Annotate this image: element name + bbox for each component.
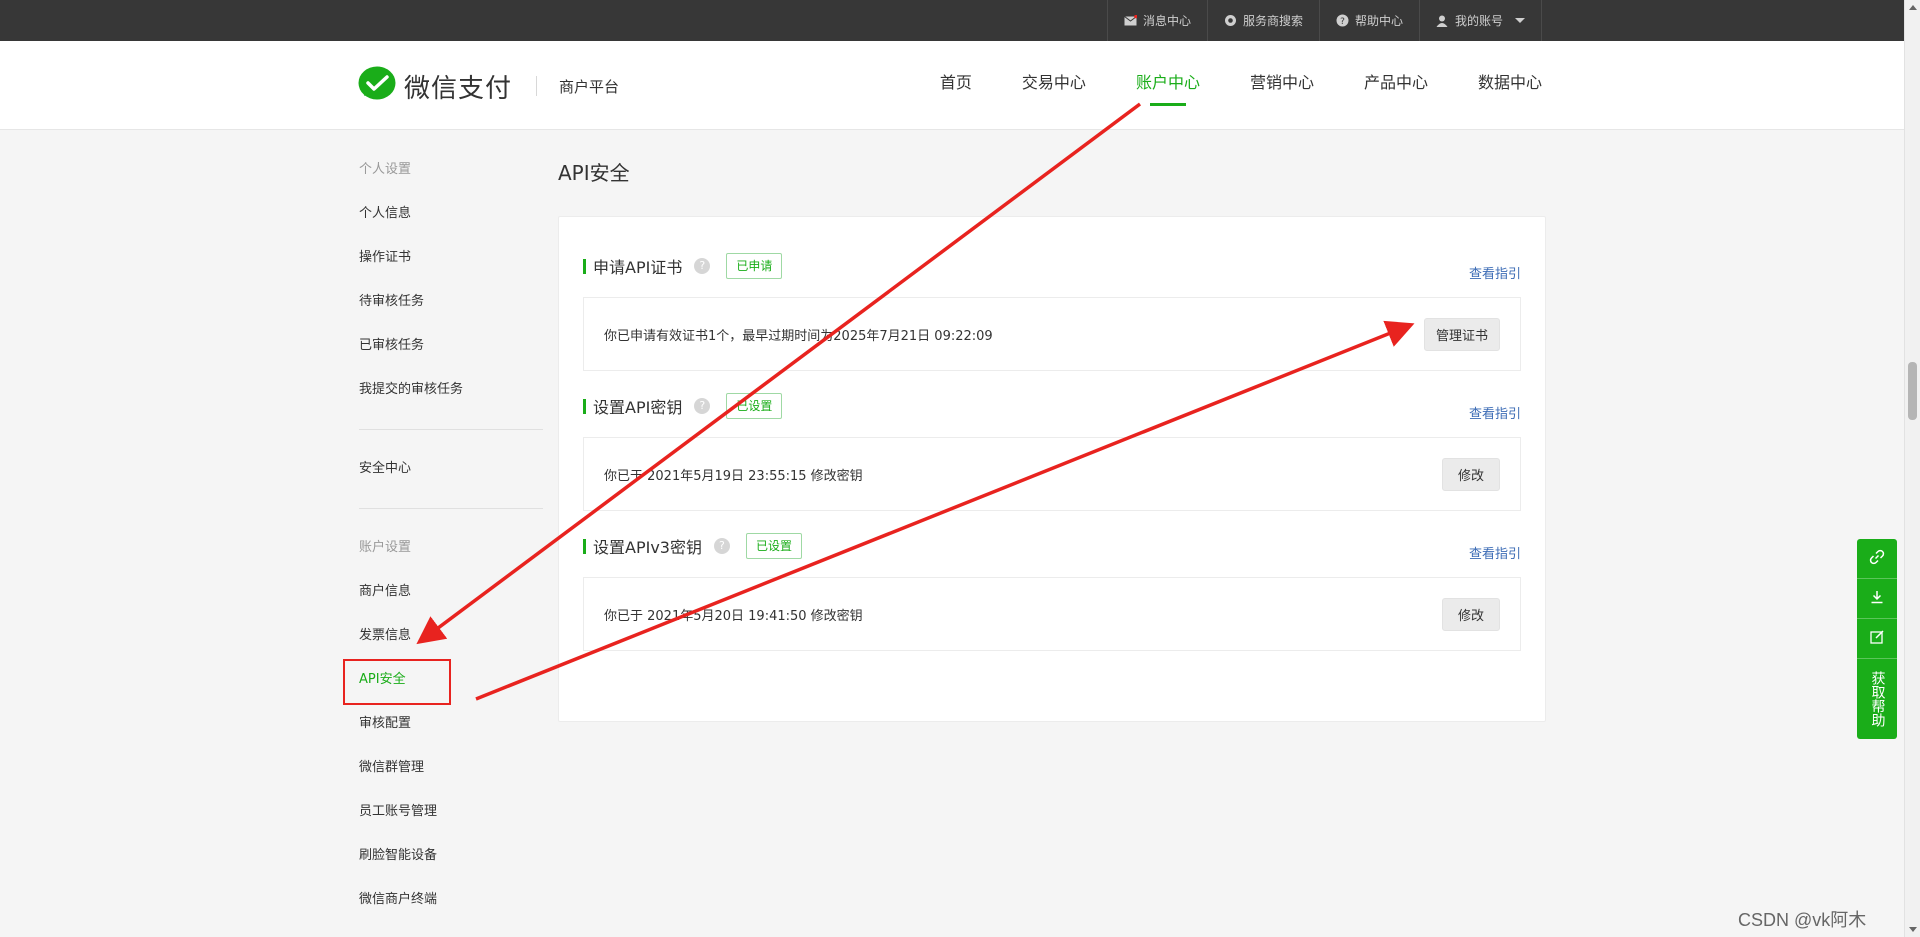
watermark: CSDN @vk阿木 xyxy=(1738,910,1867,930)
site-header: 微信支付 商户平台 首页 交易中心 账户中心 营销中心 产品中心 数据中心 xyxy=(0,41,1904,130)
section-info-box: 你已申请有效证书1个，最早过期时间为2025年7月21日 09:22:09 管理… xyxy=(583,297,1521,371)
logo-subtitle: 商户平台 xyxy=(559,77,620,96)
sidebar-item-personal-info[interactable]: 个人信息 xyxy=(359,192,543,236)
section-accent-bar xyxy=(583,398,586,414)
section-header: 申请API证书 ? 已申请 查看指引 xyxy=(583,251,1521,282)
view-guide-link[interactable]: 查看指引 xyxy=(1469,263,1521,282)
sidebar-item-invoice-info[interactable]: 发票信息 xyxy=(359,614,543,658)
sidebar-item-staff-accounts[interactable]: 员工账号管理 xyxy=(359,790,543,834)
section-accent-bar xyxy=(583,258,586,274)
download-icon xyxy=(1869,589,1885,609)
status-badge: 已申请 xyxy=(726,253,783,279)
section-title: 设置APIv3密钥 xyxy=(593,538,702,557)
api-security-panel: 申请API证书 ? 已申请 查看指引 你已申请有效证书1个，最早过期时间为202… xyxy=(558,216,1546,722)
topbar-help-label: 帮助中心 xyxy=(1354,14,1403,28)
mail-icon xyxy=(1124,14,1137,27)
topbar-account[interactable]: 我的账号 xyxy=(1418,0,1542,41)
manage-certificate-button[interactable]: 管理证书 xyxy=(1423,317,1500,351)
page-title: API安全 xyxy=(558,161,630,185)
nav-data[interactable]: 数据中心 xyxy=(1478,41,1542,130)
sidebar-item-operation-cert[interactable]: 操作证书 xyxy=(359,236,543,280)
annotation-highlight-box xyxy=(343,659,451,705)
nav-transactions[interactable]: 交易中心 xyxy=(1022,41,1086,130)
search-gear-icon xyxy=(1224,14,1237,27)
nav-home[interactable]: 首页 xyxy=(940,41,972,130)
top-bar: 消息中心 服务商搜索 ? 帮助中心 我的账号 xyxy=(0,0,1904,41)
certificate-info-text: 你已申请有效证书1个，最早过期时间为2025年7月21日 09:22:09 xyxy=(604,328,993,344)
sidebar-group-account: 账户设置 xyxy=(359,540,412,555)
main-nav: 首页 交易中心 账户中心 营销中心 产品中心 数据中心 xyxy=(890,41,1542,130)
download-button[interactable] xyxy=(1857,579,1897,619)
feedback-button[interactable] xyxy=(1857,619,1897,659)
edit-icon xyxy=(1869,629,1885,649)
section-info-box: 你已于 2021年5月19日 23:55:15 修改密钥 修改 xyxy=(583,437,1521,511)
sidebar: 个人设置 个人信息 操作证书 待审核任务 已审核任务 我提交的审核任务 安全中心… xyxy=(359,130,543,922)
chevron-down-icon xyxy=(1515,18,1525,23)
section-accent-bar xyxy=(583,538,586,554)
sidebar-item-security-center[interactable]: 安全中心 xyxy=(359,447,543,491)
svg-text:?: ? xyxy=(1340,17,1345,27)
main-content: API安全 申请API证书 ? 已申请 查看指引 你已申请有效证书1个，最早过期… xyxy=(558,130,1546,722)
copy-link-button[interactable] xyxy=(1857,539,1897,579)
link-icon xyxy=(1869,549,1885,569)
section-api-key: 设置API密钥 ? 已设置 查看指引 你已于 2021年5月19日 23:55:… xyxy=(583,391,1521,511)
floating-tools-panel: 获取帮助 xyxy=(1857,539,1897,739)
section-title: 申请API证书 xyxy=(593,258,683,277)
help-icon: ? xyxy=(1336,14,1349,27)
section-info-box: 你已于 2021年5月20日 19:41:50 修改密钥 修改 xyxy=(583,577,1521,651)
get-help-button[interactable]: 获取帮助 xyxy=(1857,659,1897,739)
sidebar-item-wechat-groups[interactable]: 微信群管理 xyxy=(359,746,543,790)
topbar-provider-search-label: 服务商搜索 xyxy=(1242,14,1303,28)
status-badge: 已设置 xyxy=(745,533,802,559)
sidebar-item-merchant-terminal[interactable]: 微信商户终端 xyxy=(359,878,543,922)
topbar-account-label: 我的账号 xyxy=(1454,14,1503,28)
scroll-thumb[interactable] xyxy=(1908,362,1917,420)
section-header: 设置APIv3密钥 ? 已设置 查看指引 xyxy=(583,531,1521,562)
section-apiv3-key: 设置APIv3密钥 ? 已设置 查看指引 你已于 2021年5月20日 19:4… xyxy=(583,531,1521,651)
apiv3-key-info-text: 你已于 2021年5月20日 19:41:50 修改密钥 xyxy=(604,608,863,624)
nav-account[interactable]: 账户中心 xyxy=(1136,41,1200,130)
section-title: 设置API密钥 xyxy=(593,398,683,417)
nav-marketing[interactable]: 营销中心 xyxy=(1250,41,1314,130)
sidebar-divider xyxy=(359,508,543,509)
logo-text: 微信支付 xyxy=(404,73,513,104)
question-icon[interactable]: ? xyxy=(694,398,711,414)
page-scrollbar[interactable] xyxy=(1904,0,1920,937)
sidebar-item-face-devices[interactable]: 刷脸智能设备 xyxy=(359,834,543,878)
logo-divider xyxy=(536,76,538,96)
topbar-help[interactable]: ? 帮助中心 xyxy=(1318,0,1419,41)
user-icon xyxy=(1436,14,1449,27)
scroll-down-icon[interactable] xyxy=(1909,927,1917,932)
view-guide-link[interactable]: 查看指引 xyxy=(1469,403,1521,422)
section-api-certificate: 申请API证书 ? 已申请 查看指引 你已申请有效证书1个，最早过期时间为202… xyxy=(583,251,1521,371)
topbar-messages-label: 消息中心 xyxy=(1142,14,1191,28)
question-icon[interactable]: ? xyxy=(694,258,711,274)
question-icon[interactable]: ? xyxy=(713,538,730,554)
edit-apiv3-key-button[interactable]: 修改 xyxy=(1441,597,1500,631)
scroll-up-icon[interactable] xyxy=(1909,5,1917,10)
sidebar-item-pending-tasks[interactable]: 待审核任务 xyxy=(359,280,543,324)
edit-api-key-button[interactable]: 修改 xyxy=(1441,457,1500,491)
topbar-messages[interactable]: 消息中心 xyxy=(1106,0,1207,41)
sidebar-item-review-config[interactable]: 审核配置 xyxy=(359,702,543,746)
sidebar-item-submitted-tasks[interactable]: 我提交的审核任务 xyxy=(359,368,543,412)
sidebar-item-reviewed-tasks[interactable]: 已审核任务 xyxy=(359,324,543,368)
top-bar-links: 消息中心 服务商搜索 ? 帮助中心 我的账号 xyxy=(1106,0,1542,41)
topbar-provider-search[interactable]: 服务商搜索 xyxy=(1206,0,1319,41)
view-guide-link[interactable]: 查看指引 xyxy=(1469,543,1521,562)
sidebar-divider xyxy=(359,429,543,430)
section-header: 设置API密钥 ? 已设置 查看指引 xyxy=(583,391,1521,422)
logo[interactable]: 微信支付 商户平台 xyxy=(358,66,619,106)
nav-products[interactable]: 产品中心 xyxy=(1364,41,1428,130)
sidebar-group-personal: 个人设置 xyxy=(359,162,412,177)
api-key-info-text: 你已于 2021年5月19日 23:55:15 修改密钥 xyxy=(604,468,863,484)
status-badge: 已设置 xyxy=(726,393,783,419)
wechat-pay-logo-icon xyxy=(358,66,396,106)
sidebar-item-merchant-info[interactable]: 商户信息 xyxy=(359,570,543,614)
